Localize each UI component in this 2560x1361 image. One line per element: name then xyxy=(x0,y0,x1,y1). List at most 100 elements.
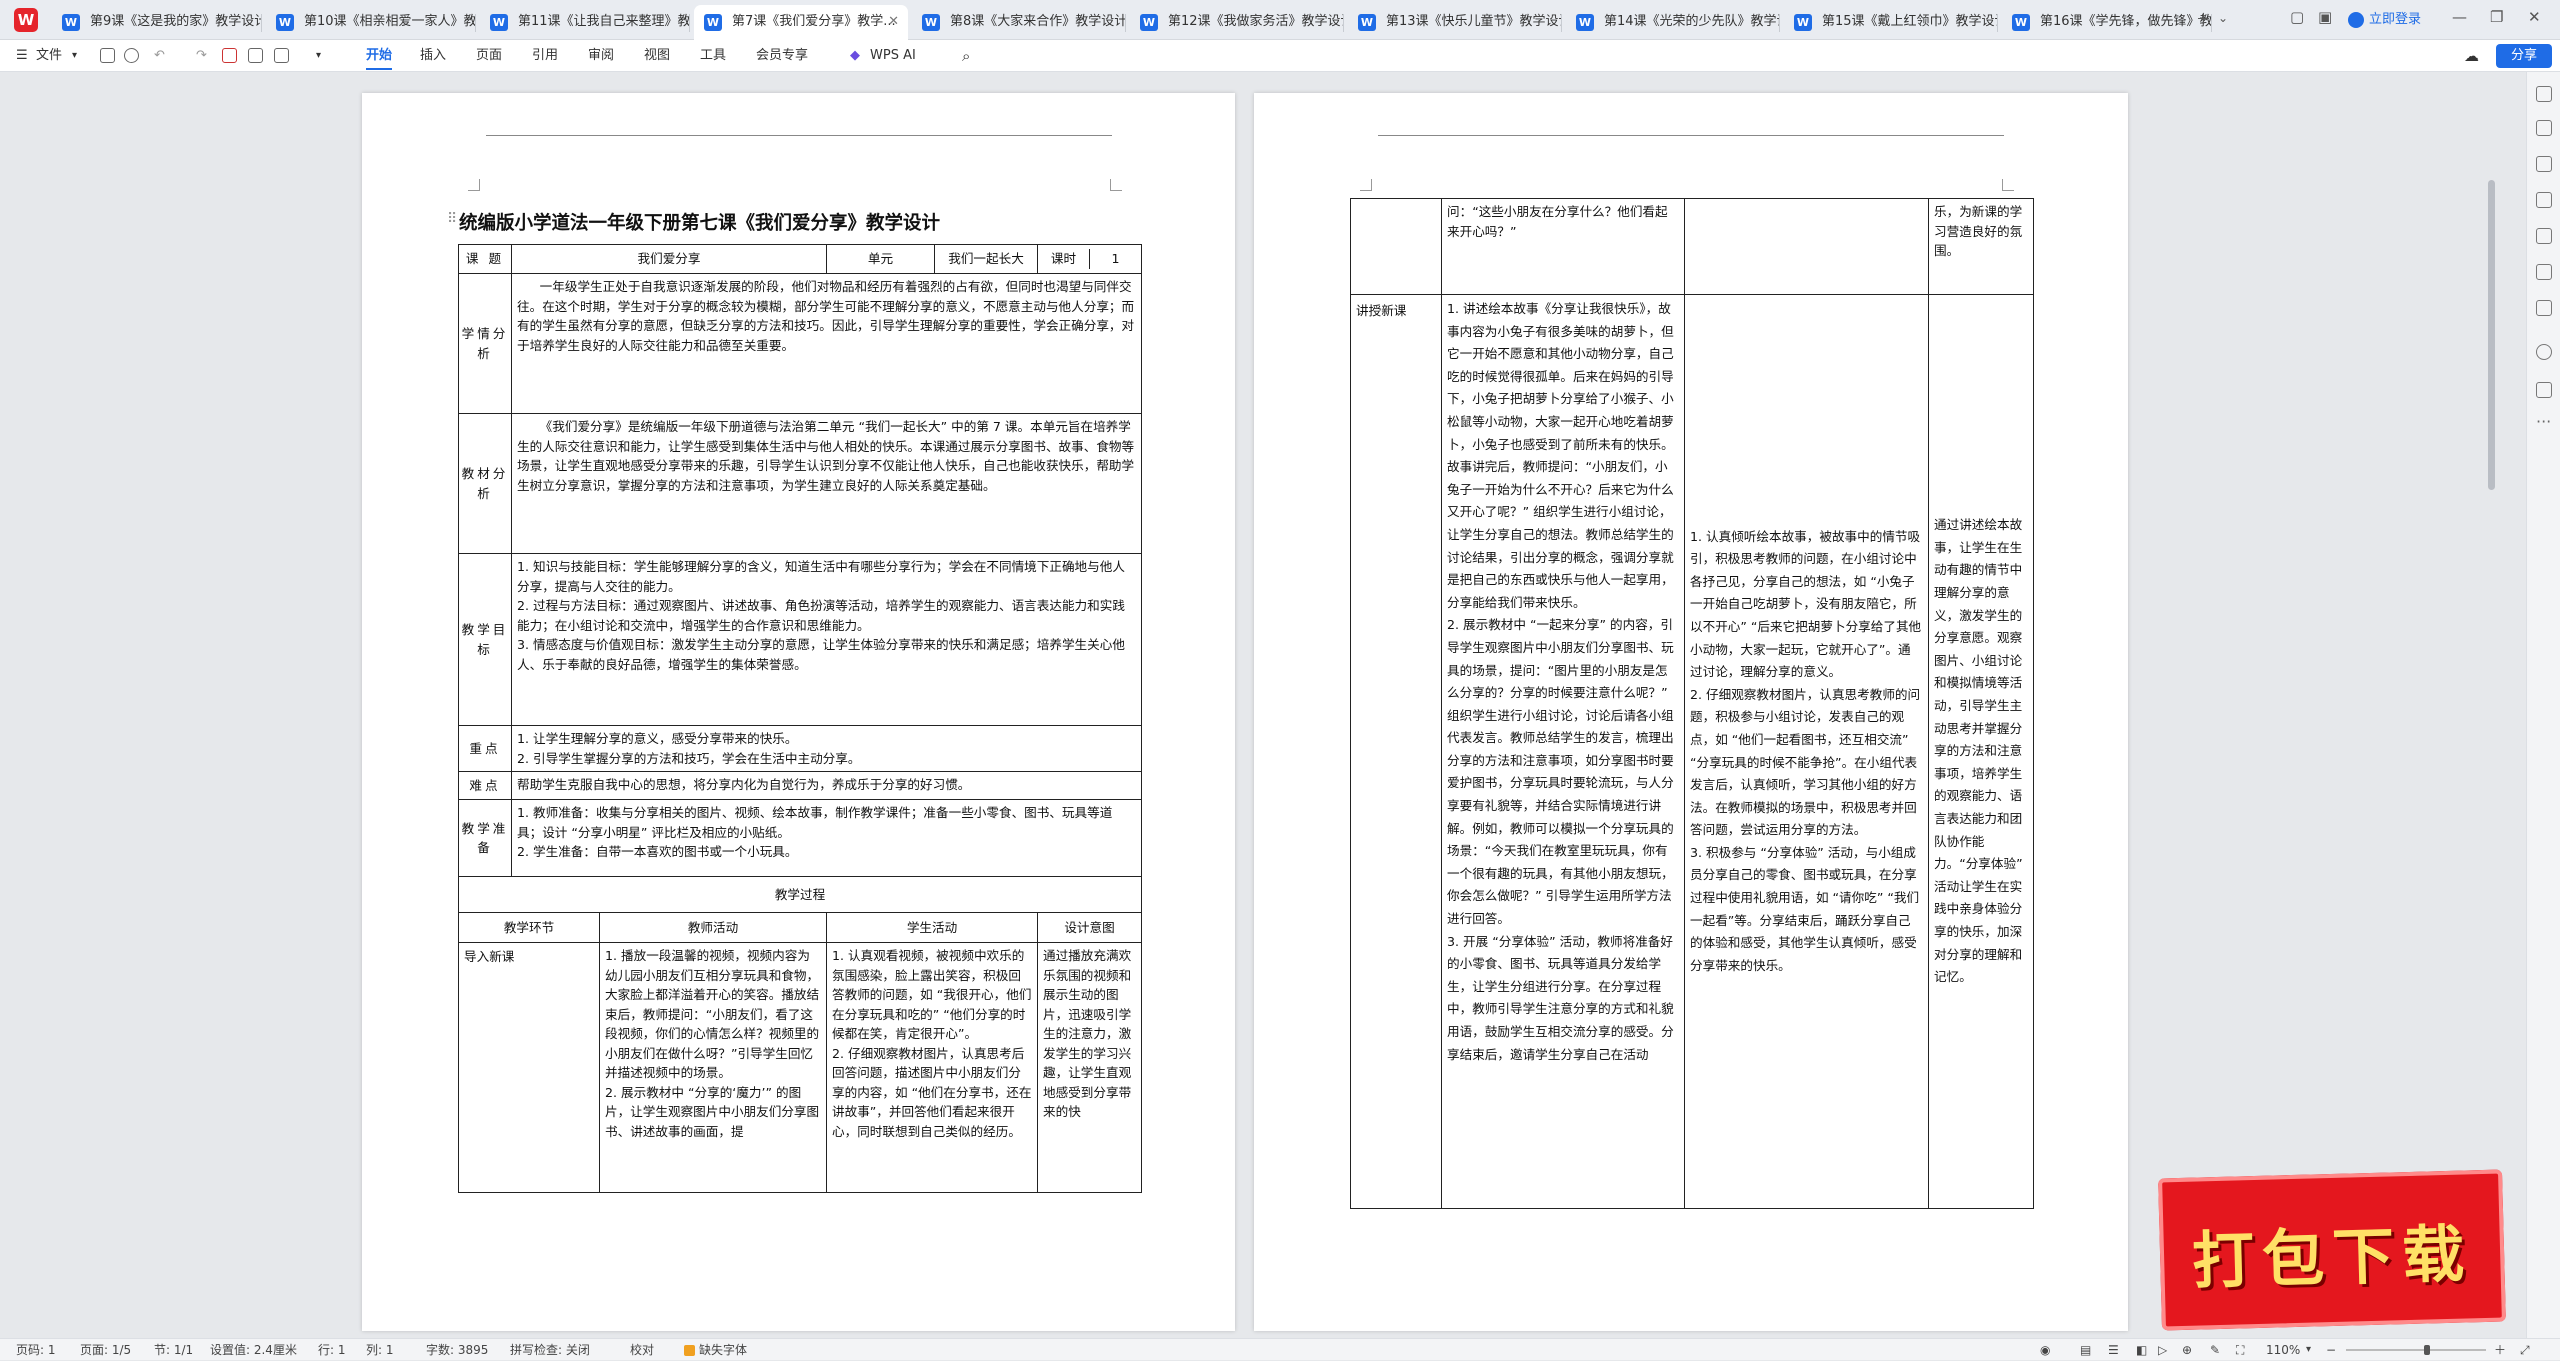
save-icon[interactable] xyxy=(100,48,115,63)
fit-icon[interactable]: ⛶ xyxy=(2236,1339,2244,1361)
drag-handle-icon[interactable]: ⠿ xyxy=(447,211,457,227)
row-text-difficulty[interactable]: 帮助学生克服自我中心的思想，将分享内化为自觉行为，养成乐于分享的好习惯。 xyxy=(511,771,1142,800)
edit-icon[interactable] xyxy=(2536,120,2552,136)
tab-doc-8[interactable]: W 第8课《大家来合作》教学设计... xyxy=(912,5,1126,40)
tab-member[interactable]: 会员专享 xyxy=(756,40,808,72)
redo-icon[interactable]: ↷ xyxy=(196,40,207,72)
login-button[interactable]: 立即登录 xyxy=(2348,7,2421,33)
status-spell[interactable]: 拼写检查: 关闭 xyxy=(510,1339,590,1361)
teacher-intro[interactable]: 1. 播放一段温馨的视频，视频内容为幼儿园小朋友们互相分享玩具和食物，大家脸上都… xyxy=(599,942,827,1193)
undo-icon[interactable]: ↶ xyxy=(154,40,165,72)
zoom-value[interactable]: 110% xyxy=(2266,1339,2300,1361)
status-proof[interactable]: 校对 xyxy=(630,1339,654,1361)
outline-view-icon[interactable]: ☰ xyxy=(2108,1339,2119,1361)
tab-doc-14[interactable]: W第14课《光荣的少先队》教学设... xyxy=(1566,5,1780,40)
ai-icon[interactable] xyxy=(2536,300,2552,316)
chevron-down-icon[interactable]: ▾ xyxy=(72,40,77,72)
zoom-out-icon[interactable]: − xyxy=(2326,1339,2336,1361)
tab-doc-7-active[interactable]: W 第7课《我们爱分享》教学... ✕ xyxy=(694,5,908,40)
page-view-icon[interactable]: ▤ xyxy=(2080,1339,2091,1361)
menu-icon[interactable]: ☰ xyxy=(16,40,28,72)
select-icon[interactable] xyxy=(2536,156,2552,172)
tab-doc-9[interactable]: W 第9课《这是我的家》教学设计... xyxy=(52,5,262,40)
teacher-cont[interactable]: 问：“这些小朋友在分享什么？他们看起来开心吗？” xyxy=(1441,198,1685,295)
pen-icon[interactable]: ✎ xyxy=(2210,1339,2220,1361)
window-mode-icon[interactable]: ▢ xyxy=(2290,8,2304,26)
globe-icon[interactable]: ⊕ xyxy=(2182,1339,2192,1361)
hours-cell[interactable]: 课时 1 xyxy=(1037,244,1142,274)
send-icon[interactable] xyxy=(2536,382,2552,398)
wps-ai-icon[interactable]: ◆ xyxy=(850,40,860,72)
row-text-key[interactable]: 1. 让学生理解分享的意义，感受分享带来的快乐。 2. 引导学生掌握分享的方法和… xyxy=(511,725,1142,772)
picture-icon[interactable] xyxy=(274,48,289,63)
status-col[interactable]: 列: 1 xyxy=(366,1339,394,1361)
zoom-slider[interactable] xyxy=(2346,1345,2486,1355)
settings-icon[interactable] xyxy=(2536,192,2552,208)
fullscreen-icon[interactable]: ⤢ xyxy=(2520,1339,2530,1361)
share-button[interactable]: 分享 xyxy=(2496,44,2552,68)
tab-insert[interactable]: 插入 xyxy=(420,40,446,72)
row-text-goals[interactable]: 1. 知识与技能目标：学生能够理解分享的含义，知道生活中有哪些分享行为；学会在不… xyxy=(511,553,1142,726)
zoom-in-icon[interactable]: ＋ xyxy=(2494,1339,2506,1361)
tab-doc-15[interactable]: W第15课《戴上红领巾》教学设计... xyxy=(1784,5,1998,40)
intent-lesson[interactable]: 通过讲述绘本故事，让学生在生动有趣的情节中理解分享的意义，激发学生的分享意愿。观… xyxy=(1928,294,2034,1209)
chevron-down-icon[interactable]: ▾ xyxy=(2306,1339,2311,1361)
tab-doc-11[interactable]: W第11课《让我自己来整理》教学... xyxy=(480,5,690,40)
tab-doc-10[interactable]: W第10课《相亲相爱一家人》教学... xyxy=(266,5,476,40)
status-row[interactable]: 行: 1 xyxy=(318,1339,346,1361)
stage-intro[interactable]: 导入新课 xyxy=(458,942,600,1193)
tab-review[interactable]: 审阅 xyxy=(588,40,614,72)
tab-reference[interactable]: 引用 xyxy=(532,40,558,72)
cloud-sync-icon[interactable]: ☁ xyxy=(2464,40,2479,72)
help-icon[interactable] xyxy=(2536,344,2552,360)
student-cont[interactable] xyxy=(1684,198,1929,295)
close-tab-icon[interactable]: ✕ xyxy=(888,5,899,39)
student-lesson[interactable]: 1. 认真倾听绘本故事，被故事中的情节吸引，积极思考教师的问题，在小组讨论中各抒… xyxy=(1684,294,1929,1209)
format-painter-icon[interactable] xyxy=(124,48,139,63)
more-icon[interactable]: ··· xyxy=(2536,412,2551,431)
tab-doc-13[interactable]: W第13课《快乐儿童节》教学设计... xyxy=(1348,5,1562,40)
status-pages[interactable]: 页面: 1/5 xyxy=(80,1339,131,1361)
lesson-plan-table[interactable]: 课 题 我们爱分享 单元 我们一起长大 课时 1 学情分析 一年级学生正处于自我意… xyxy=(458,244,1142,1193)
row-text-textbook[interactable]: 《我们爱分享》是统编版一年级下册道德与法治第二单元 “我们一起长大” 中的第 7… xyxy=(511,413,1142,554)
play-icon[interactable]: ▷ xyxy=(2158,1339,2167,1361)
status-missing-font[interactable]: 缺失字体 xyxy=(684,1339,747,1361)
teacher-lesson[interactable]: 1. 讲述绘本故事《分享让我很快乐》，故事内容为小兔子有很多美味的胡萝卜，但它一… xyxy=(1441,294,1685,1209)
close-window-icon[interactable]: ✕ xyxy=(2528,8,2541,26)
intent-intro[interactable]: 通过播放充满欢乐氛围的视频和展示生动的图片，迅速吸引学生的注意力，激发学生的学习… xyxy=(1037,942,1142,1193)
zoom-slider-handle[interactable] xyxy=(2424,1345,2430,1355)
status-setting[interactable]: 设置值: 2.4厘米 xyxy=(210,1339,297,1361)
collapse-icon[interactable] xyxy=(2536,86,2552,102)
unit-value[interactable]: 我们一起长大 xyxy=(934,244,1038,274)
lesson-plan-table-cont[interactable]: 问：“这些小朋友在分享什么？他们看起来开心吗？” 乐，为新课的学习营造良好的氛围… xyxy=(1350,198,2034,1209)
export-icon[interactable] xyxy=(248,48,263,63)
new-tab-icon[interactable]: ＋ xyxy=(2196,8,2211,29)
course-value[interactable]: 我们爱分享 xyxy=(511,244,827,274)
download-banner[interactable]: 打包下载 xyxy=(2158,1169,2506,1331)
layout-icon[interactable]: ▣ xyxy=(2318,8,2332,26)
eye-icon[interactable]: ◉ xyxy=(2040,1339,2050,1361)
wps-logo-icon[interactable]: W xyxy=(14,8,38,32)
student-intro[interactable]: 1. 认真观看视频，被视频中欢乐的氛围感染，脸上露出笑容，积极回答教师的问题，如… xyxy=(826,942,1038,1193)
tab-tools[interactable]: 工具 xyxy=(700,40,726,72)
intent-cont[interactable]: 乐，为新课的学习营造良好的氛围。 xyxy=(1928,198,2034,295)
tab-doc-12[interactable]: W第12课《我做家务活》教学设计... xyxy=(1130,5,1344,40)
tools-icon[interactable] xyxy=(2536,264,2552,280)
row-text-prep[interactable]: 1. 教师准备：收集与分享相关的图片、视频、绘本故事，制作教学课件；准备一些小零… xyxy=(511,799,1142,877)
translate-icon[interactable] xyxy=(2536,228,2552,244)
row-text-learner[interactable]: 一年级学生正处于自我意识逐渐发展的阶段，他们对物品和经历有着强烈的占有欲，但同时… xyxy=(511,273,1142,414)
maximize-icon[interactable]: ❐ xyxy=(2490,8,2503,26)
status-section[interactable]: 节: 1/1 xyxy=(154,1339,193,1361)
tab-wps-ai[interactable]: WPS AI xyxy=(870,40,916,72)
chevron-down-icon[interactable]: ▾ xyxy=(316,40,321,72)
minimize-icon[interactable]: — xyxy=(2452,8,2467,26)
scrollbar-thumb[interactable] xyxy=(2488,180,2495,490)
process-title[interactable]: 教学过程 xyxy=(458,876,1142,913)
file-menu[interactable]: 文件 xyxy=(36,40,62,72)
search-icon[interactable]: ⌕ xyxy=(962,40,970,72)
document-title[interactable]: 统编版小学道法一年级下册第七课《我们爱分享》教学设计 xyxy=(459,209,940,235)
tab-page[interactable]: 页面 xyxy=(476,40,502,72)
chevron-down-icon[interactable]: ⌄ xyxy=(2218,11,2228,25)
status-page[interactable]: 页码: 1 xyxy=(16,1339,56,1361)
web-view-icon[interactable]: ◧ xyxy=(2136,1339,2147,1361)
